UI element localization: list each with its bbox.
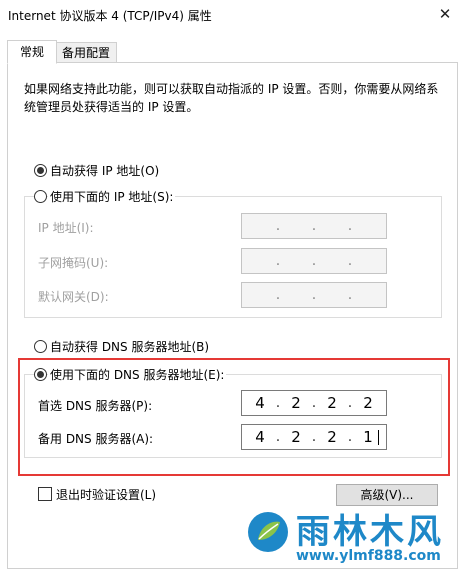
ip-octet: 4: [255, 394, 265, 412]
ip-octet: 2: [363, 394, 373, 412]
ip-octet: [282, 249, 310, 273]
ip-octet: [246, 249, 274, 273]
radio-auto-ip[interactable]: [34, 164, 47, 177]
validate-on-exit-label[interactable]: 退出时验证设置(L): [56, 486, 156, 503]
radio-manual-dns-label[interactable]: 使用下面的 DNS 服务器地址(E):: [48, 366, 227, 383]
ip-dot: .: [275, 287, 281, 303]
radio-auto-dns[interactable]: [34, 340, 47, 353]
window-title: Internet 协议版本 4 (TCP/IPv4) 属性: [8, 9, 212, 23]
ip-dot: .: [311, 218, 317, 234]
close-icon[interactable]: ✕: [434, 4, 456, 24]
leaf-logo-icon: [248, 512, 288, 552]
ip-address-input[interactable]: . . .: [241, 213, 387, 239]
ip-dot: .: [311, 429, 317, 445]
ip-dot: .: [275, 218, 281, 234]
ip-octet: [318, 214, 346, 238]
radio-manual-dns[interactable]: [34, 368, 47, 381]
alternate-dns-label: 备用 DNS 服务器(A):: [38, 432, 154, 446]
ip-dot: .: [347, 429, 353, 445]
ip-dot: .: [275, 253, 281, 269]
alternate-dns-input[interactable]: 4 . 2 . 2 . 1: [241, 424, 387, 450]
ip-octet: [246, 283, 274, 307]
radio-auto-dns-label[interactable]: 自动获得 DNS 服务器地址(B): [50, 338, 209, 355]
ip-address-label: IP 地址(I):: [38, 221, 94, 235]
validate-on-exit-checkbox[interactable]: [38, 487, 52, 501]
watermark-name: 雨林木风: [296, 512, 444, 552]
ip-octet: [354, 249, 382, 273]
ip-octet: [246, 214, 274, 238]
ip-octet: [318, 283, 346, 307]
default-gateway-input[interactable]: . . .: [241, 282, 387, 308]
ip-dot: .: [347, 287, 353, 303]
radio-auto-ip-label[interactable]: 自动获得 IP 地址(O): [50, 162, 159, 179]
ip-dot: .: [347, 218, 353, 234]
title-bar: Internet 协议版本 4 (TCP/IPv4) 属性 ✕: [0, 0, 463, 30]
radio-manual-ip-label[interactable]: 使用下面的 IP 地址(S):: [48, 188, 176, 205]
advanced-button[interactable]: 高级(V)...: [336, 484, 438, 506]
ip-octet: [354, 283, 382, 307]
subnet-mask-label: 子网掩码(U):: [38, 256, 109, 270]
ip-octet: 2: [327, 394, 337, 412]
ip-octet: 4: [255, 428, 265, 446]
ip-dot: .: [347, 395, 353, 411]
ip-octet: 2: [327, 428, 337, 446]
ip-dot: .: [311, 287, 317, 303]
default-gateway-label: 默认网关(D):: [38, 290, 109, 304]
ip-dot: .: [311, 253, 317, 269]
preferred-dns-label: 首选 DNS 服务器(P):: [38, 399, 153, 413]
ip-octet: 2: [291, 394, 301, 412]
ip-dot: .: [275, 395, 281, 411]
ip-dot: .: [275, 429, 281, 445]
tab-alternate-configuration[interactable]: 备用配置: [55, 42, 117, 64]
preferred-dns-input[interactable]: 4 . 2 . 2 . 2: [241, 390, 387, 416]
subnet-mask-input[interactable]: . . .: [241, 248, 387, 274]
description-text: 如果网络支持此功能，则可以获取自动指派的 IP 设置。否则，你需要从网络系统管理…: [24, 82, 439, 114]
watermark-url: www.ylmf888.com: [296, 548, 441, 564]
ip-octet: [318, 249, 346, 273]
ip-octet: 2: [291, 428, 301, 446]
ip-octet: [354, 214, 382, 238]
tab-general[interactable]: 常规: [7, 40, 57, 64]
ip-dot: .: [347, 253, 353, 269]
ip-octet: [282, 283, 310, 307]
radio-manual-ip[interactable]: [34, 190, 47, 203]
ip-octet: [282, 214, 310, 238]
ip-dot: .: [311, 395, 317, 411]
text-caret: [378, 430, 379, 445]
